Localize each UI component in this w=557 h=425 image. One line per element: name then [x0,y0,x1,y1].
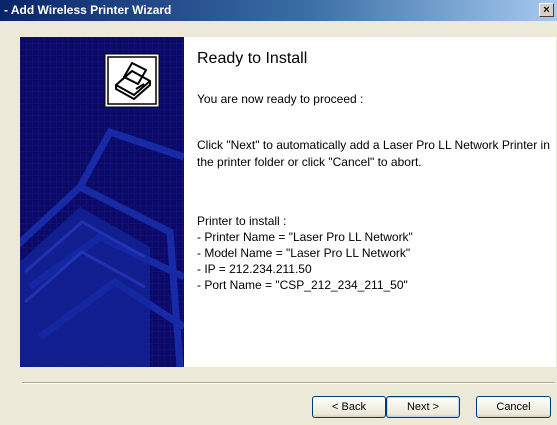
detail-printer-name: - Printer Name = "Laser Pro LL Network" [197,230,413,244]
detail-port-name: - Port Name = "CSP_212_234_211_50" [197,278,408,292]
instruction-text: Click "Next" to automatically add a Lase… [197,138,550,169]
close-button[interactable]: × [539,3,554,17]
wizard-side-panel [20,37,184,367]
window-title: - Add Wireless Printer Wizard [4,3,172,17]
wizard-window: - Add Wireless Printer Wizard × Ready to… [0,0,557,425]
cancel-button[interactable]: Cancel [476,396,551,418]
wizard-content: Ready to Install You are now ready to pr… [184,37,556,367]
page-title: Ready to Install [197,50,308,67]
details-label: Printer to install : [197,214,287,228]
next-button[interactable]: Next > [386,396,460,418]
printer-details: Printer to install : - Printer Name = "L… [197,213,413,293]
title-bar[interactable]: - Add Wireless Printer Wizard × [0,0,557,21]
detail-model-name: - Model Name = "Laser Pro LL Network" [197,246,411,260]
intro-text: You are now ready to proceed : [197,92,364,106]
detail-ip: - IP = 212.234.211.50 [197,262,312,276]
side-panel-artwork [20,37,184,367]
button-separator [22,382,555,384]
printer-icon [104,53,160,108]
close-icon: × [543,3,550,16]
back-button[interactable]: < Back [312,396,386,418]
